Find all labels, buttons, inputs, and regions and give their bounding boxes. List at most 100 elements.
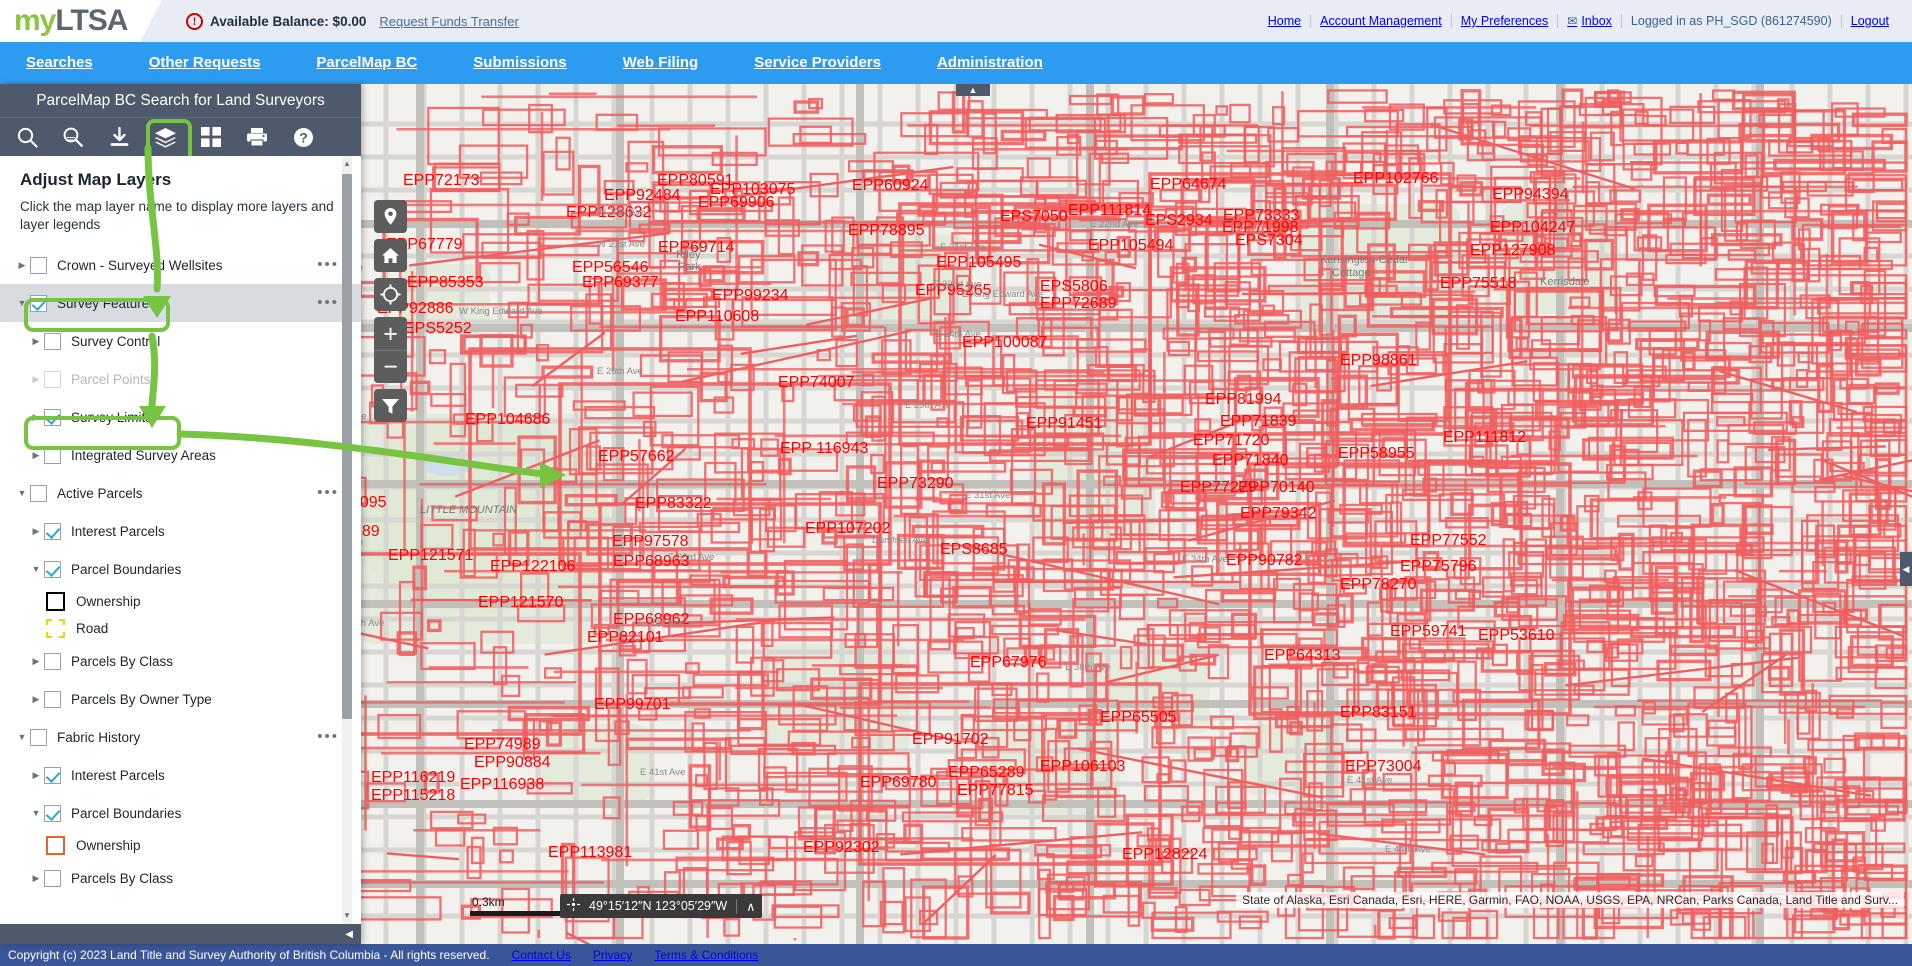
layer-legend-row: Road xyxy=(0,615,361,642)
print-icon[interactable] xyxy=(234,118,280,156)
header-link-inbox[interactable]: ✉ Inbox xyxy=(1558,14,1621,28)
chevron-down-icon[interactable]: ▼ xyxy=(28,808,44,818)
panel-footer: ◀ xyxy=(0,924,361,944)
footer-link-terms[interactable]: Terms & Conditions xyxy=(654,948,758,962)
chevron-right-icon[interactable]: ▶ xyxy=(14,260,30,271)
nav-item-administration[interactable]: Administration xyxy=(909,42,1071,84)
nav-item-service-providers[interactable]: Service Providers xyxy=(726,42,909,84)
layer-checkbox[interactable] xyxy=(30,484,47,502)
search-icon[interactable] xyxy=(4,118,50,156)
layer-checkbox[interactable] xyxy=(44,522,61,540)
scrollbar-thumb[interactable] xyxy=(342,174,352,719)
parcel-plan-label: EPS7050 xyxy=(1000,208,1068,225)
layer-options-menu-icon[interactable]: ••• xyxy=(317,729,339,744)
layer-options-menu-icon[interactable]: ••• xyxy=(317,295,339,310)
layer-options-menu-icon[interactable]: ••• xyxy=(317,257,339,272)
layer-row-interest-parcels[interactable]: ▶ Interest Parcels xyxy=(0,512,361,550)
legend-label: Road xyxy=(76,621,109,637)
parcel-plan-label: EPP75796 xyxy=(1400,558,1477,575)
layer-checkbox[interactable] xyxy=(44,869,61,887)
header-link-account-management[interactable]: Account Management xyxy=(1311,14,1451,28)
layer-row-crown-surveyed-wellsites[interactable]: ▶ Crown - Surveyed Wellsites ••• xyxy=(0,246,361,284)
chevron-right-icon[interactable]: ▶ xyxy=(28,412,44,423)
layer-row-parcel-points[interactable]: ▶ Parcel Points xyxy=(0,360,361,398)
layer-checkbox[interactable] xyxy=(44,370,61,388)
chevron-right-icon[interactable]: ▶ xyxy=(28,374,44,385)
layer-checkbox[interactable] xyxy=(44,766,61,784)
layer-checkbox[interactable] xyxy=(30,256,47,274)
scroll-down-arrow-icon[interactable]: ▼ xyxy=(342,910,352,922)
chevron-down-icon[interactable]: ▼ xyxy=(14,298,30,308)
map-right-collapse-tab[interactable]: ◀ xyxy=(1900,552,1912,586)
panel-collapse-icon[interactable]: ◀ xyxy=(345,929,353,940)
layer-row-integrated-survey-areas[interactable]: ▶ Integrated Survey Areas xyxy=(0,436,361,474)
zoom-out-icon[interactable]: − xyxy=(374,350,407,383)
layer-checkbox[interactable] xyxy=(44,408,61,426)
layer-checkbox[interactable] xyxy=(30,728,47,746)
chevron-right-icon[interactable]: ▶ xyxy=(28,656,44,667)
nav-item-parcelmap-bc[interactable]: ParcelMap BC xyxy=(288,42,445,84)
nav-item-submissions[interactable]: Submissions xyxy=(445,42,594,84)
panel-toolbar: ? xyxy=(0,118,361,163)
header-link-home[interactable]: Home xyxy=(1259,14,1310,28)
coordinate-expand-chevron-icon[interactable]: ∧ xyxy=(746,899,755,914)
myltsa-logo[interactable]: myLTSA xyxy=(0,0,162,42)
nav-item-searches[interactable]: Searches xyxy=(0,42,121,84)
scale-bar-label: 0.3km xyxy=(472,895,505,909)
basemap-grid-icon[interactable] xyxy=(188,118,234,156)
layer-row-survey-control[interactable]: ▶ Survey Control xyxy=(0,322,361,360)
panel-scrollbar[interactable]: ▲ ▼ xyxy=(342,156,352,924)
layer-row-survey-features[interactable]: ▼ Survey Features ••• xyxy=(0,284,361,323)
layers-icon[interactable] xyxy=(142,118,192,163)
chevron-right-icon[interactable]: ▶ xyxy=(28,450,44,461)
layer-checkbox[interactable] xyxy=(44,652,61,670)
layer-checkbox[interactable] xyxy=(30,294,47,312)
nav-item-other-requests[interactable]: Other Requests xyxy=(121,42,289,84)
layer-row-parcel-boundaries[interactable]: ▼ Parcel Boundaries xyxy=(0,550,361,588)
zoom-in-icon[interactable]: + xyxy=(374,317,407,350)
layer-row-parcel-boundaries[interactable]: ▼ Parcel Boundaries xyxy=(0,794,361,832)
help-icon[interactable]: ? xyxy=(280,118,326,156)
footer-link-contact-us[interactable]: Contact Us xyxy=(512,948,571,962)
chevron-down-icon[interactable]: ▼ xyxy=(14,488,30,498)
coordinate-readout[interactable]: 49°15′12″N 123°05′29″W ∧ xyxy=(560,894,763,918)
chevron-right-icon[interactable]: ▶ xyxy=(28,526,44,537)
place-name-label: Kerrisdale xyxy=(1540,276,1590,288)
layer-row-parcels-by-class[interactable]: ▶ Parcels By Class xyxy=(0,859,361,897)
chevron-right-icon[interactable]: ▶ xyxy=(28,336,44,347)
layer-checkbox[interactable] xyxy=(44,446,61,464)
header-link-my-preferences[interactable]: My Preferences xyxy=(1452,14,1558,28)
layer-checkbox[interactable] xyxy=(44,560,61,578)
chevron-right-icon[interactable]: ▶ xyxy=(28,873,44,884)
download-icon[interactable] xyxy=(96,118,142,156)
chevron-right-icon[interactable]: ▶ xyxy=(28,770,44,781)
layer-row-interest-parcels[interactable]: ▶ Interest Parcels xyxy=(0,756,361,794)
chevron-right-icon[interactable]: ▶ xyxy=(28,694,44,705)
layer-checkbox[interactable] xyxy=(44,690,61,708)
parcel-plan-label: EPP65505 xyxy=(1100,709,1177,726)
footer-link-privacy[interactable]: Privacy xyxy=(593,948,632,962)
search-map-icon[interactable] xyxy=(50,118,96,156)
map-pin-icon[interactable] xyxy=(374,200,407,233)
map-top-collapse-tab[interactable]: ▲ xyxy=(956,84,990,96)
layer-row-active-parcels[interactable]: ▼ Active Parcels ••• xyxy=(0,474,361,512)
layer-legend-row: Ownership xyxy=(0,832,361,859)
layer-checkbox[interactable] xyxy=(44,804,61,822)
scroll-up-arrow-icon[interactable]: ▲ xyxy=(342,158,352,170)
filter-icon[interactable] xyxy=(374,389,407,422)
header-link-logout[interactable]: Logout xyxy=(1842,14,1898,28)
layer-row-survey-limits[interactable]: ▶ Survey Limits xyxy=(0,398,361,436)
layer-row-parcels-by-class[interactable]: ▶ Parcels By Class xyxy=(0,642,361,680)
layer-checkbox[interactable] xyxy=(44,332,61,350)
nav-item-web-filing[interactable]: Web Filing xyxy=(595,42,727,84)
chevron-down-icon[interactable]: ▼ xyxy=(28,564,44,574)
layer-row-parcels-by-owner-type[interactable]: ▶ Parcels By Owner Type xyxy=(0,680,361,718)
layer-row-fabric-history[interactable]: ▼ Fabric History ••• xyxy=(0,718,361,756)
request-funds-transfer-link[interactable]: Request Funds Transfer xyxy=(379,14,518,29)
layer-options-menu-icon[interactable]: ••• xyxy=(317,485,339,500)
zoom-in-label: + xyxy=(383,319,398,348)
home-icon[interactable] xyxy=(374,239,407,272)
chevron-down-icon[interactable]: ▼ xyxy=(14,732,30,742)
layer-label: Survey Control xyxy=(71,333,161,349)
locate-icon[interactable] xyxy=(374,278,407,311)
